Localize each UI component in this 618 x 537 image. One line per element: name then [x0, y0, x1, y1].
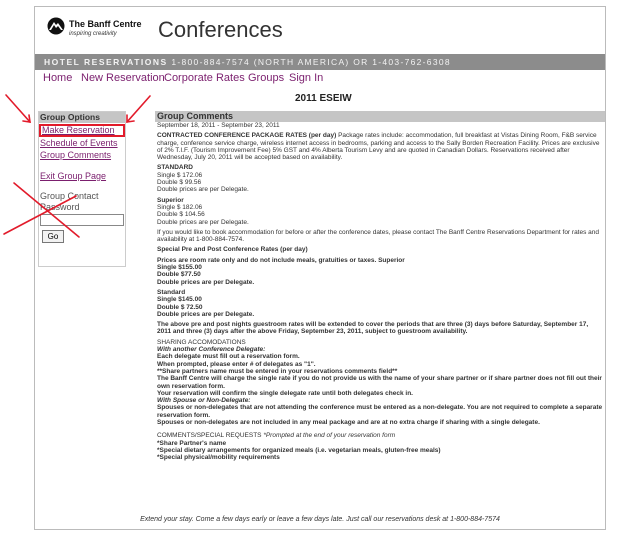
prepost-superior-note: Double prices are per Delegate. [157, 278, 255, 286]
prepost-standard-single: Single $145.00 [157, 296, 202, 304]
sharing-heading: SHARING ACCOMODATIONS [157, 338, 246, 346]
sharing-line: Each delegate must fill out a reservatio… [157, 353, 300, 361]
banff-centre-logo[interactable]: The Banff Centre inspiring creativity [47, 17, 147, 47]
group-options-sidebar: Group Options Make Reservation Schedule … [38, 111, 126, 267]
request-item: *Share Partner's name [157, 439, 227, 447]
comments-body: September 18, 2011 - September 23, 2011 … [155, 122, 605, 461]
password-input[interactable] [40, 214, 124, 226]
reservations-phones: 1-800-884-7574 (NORTH AMERICA) OR 1-403-… [171, 57, 451, 67]
prepost-heading: Special Pre and Post Conference Rates (p… [157, 246, 308, 254]
prepost-superior-single: Single $155.00 [157, 264, 202, 272]
nav-new-reservation[interactable]: New Reservation [81, 72, 165, 84]
group-contact-label: Group Contact [40, 191, 99, 201]
group-comments-link[interactable]: Group Comments [39, 149, 125, 161]
prepost-superior: Prices are room rate only and do not inc… [157, 257, 603, 286]
main-nav: Home New Reservation Corporate Rates Gro… [35, 72, 605, 88]
nav-sign-in[interactable]: Sign In [289, 72, 323, 84]
standard-double: Double $ 99.56 [157, 179, 202, 187]
event-dates: September 18, 2011 - September 23, 2011 [157, 122, 280, 129]
go-button[interactable]: Go [42, 230, 64, 243]
standard-title: STANDARD [157, 164, 193, 172]
annotation-arrowhead-left [22, 114, 31, 123]
request-item: *Special physical/mobility requirements [157, 454, 280, 462]
requests-heading: COMMENTS/SPECIAL REQUESTS [157, 432, 262, 440]
page-title: Conferences [158, 17, 283, 42]
sharing-line: Your reservation will confirm the single… [157, 389, 413, 397]
outside-dates-text: If you would like to book accommodation … [157, 228, 600, 244]
request-item: *Special dietary arrangements for organi… [157, 446, 441, 454]
prepost-standard-note: Double prices are per Delegate. [157, 310, 255, 318]
main-title: Group Comments [155, 111, 605, 122]
nav-corporate-rates[interactable]: Corporate Rates [164, 72, 245, 84]
logo-tagline: inspiring creativity [69, 31, 117, 37]
reservations-bar: HOTEL RESERVATIONS 1-800-884-7574 (NORTH… [35, 54, 605, 70]
nav-groups[interactable]: Groups [248, 72, 284, 84]
sharing-line: **Share partners name must be entered in… [157, 367, 398, 375]
standard-note: Double prices are per Delegate. [157, 186, 249, 194]
sharing-line: Spouses or non-delegates are not include… [157, 418, 540, 426]
sharing-line: When prompted, please enter # of delegat… [157, 360, 316, 368]
exit-group-page-link[interactable]: Exit Group Page [39, 170, 125, 182]
sidebar-title: Group Options [39, 112, 125, 123]
superior-single: Single $ 182.06 [157, 203, 203, 211]
prepost-standard-title: Standard [157, 288, 186, 296]
standard-rates: STANDARD Single $ 172.06 Double $ 99.56 … [157, 164, 603, 193]
requests-section: COMMENTS/SPECIAL REQUESTS *Prompted at t… [157, 432, 603, 461]
sharing-sub-delegate: With another Conference Delegate: [157, 346, 266, 354]
package-heading: CONTRACTED CONFERENCE PACKAGE RATES (per… [157, 132, 337, 140]
superior-rates: Superior Single $ 182.06 Double $ 104.56… [157, 197, 603, 226]
standard-single: Single $ 172.06 [157, 171, 203, 179]
reservations-label: HOTEL RESERVATIONS [44, 57, 168, 67]
page-frame: The Banff Centre inspiring creativity Co… [34, 6, 606, 530]
schedule-of-events-link[interactable]: Schedule of Events [39, 137, 125, 149]
sharing-line: The Banff Centre will charge the single … [157, 375, 602, 390]
sharing-section: SHARING ACCOMODATIONS With another Confe… [157, 339, 603, 427]
superior-note: Double prices are per Delegate. [157, 218, 249, 226]
extension-text: The above pre and post nights guestroom … [157, 321, 589, 336]
sharing-sub-spouse: With Spouse or Non-Delegate: [157, 397, 251, 405]
requests-prompt: *Prompted at the end of your reservation… [263, 432, 396, 440]
superior-double: Double $ 104.56 [157, 211, 205, 219]
annotation-arrow-left [5, 94, 31, 123]
mountain-logo-icon [47, 17, 65, 35]
sharing-line: Spouses or non-delegates that are not at… [157, 404, 603, 419]
prepost-standard-double: Double $ 72.50 [157, 303, 203, 311]
footer-text: Extend your stay. Come a few days early … [140, 516, 500, 523]
group-code: 2011 ESEIW [295, 93, 352, 104]
nav-home[interactable]: Home [43, 72, 72, 84]
site-header: The Banff Centre inspiring creativity Co… [35, 7, 605, 53]
prepost-superior-double: Double $77.50 [157, 271, 201, 279]
password-label: Password [40, 202, 80, 212]
logo-name: The Banff Centre [69, 19, 142, 29]
package-paragraph: CONTRACTED CONFERENCE PACKAGE RATES (per… [157, 132, 603, 161]
superior-title: Superior [157, 196, 184, 204]
prepost-intro: Prices are room rate only and do not inc… [157, 256, 405, 264]
group-comments-panel: Group Comments September 18, 2011 - Sept… [155, 111, 605, 513]
make-reservation-link[interactable]: Make Reservation [39, 124, 125, 137]
prepost-standard: Standard Single $145.00 Double $ 72.50 D… [157, 289, 603, 318]
